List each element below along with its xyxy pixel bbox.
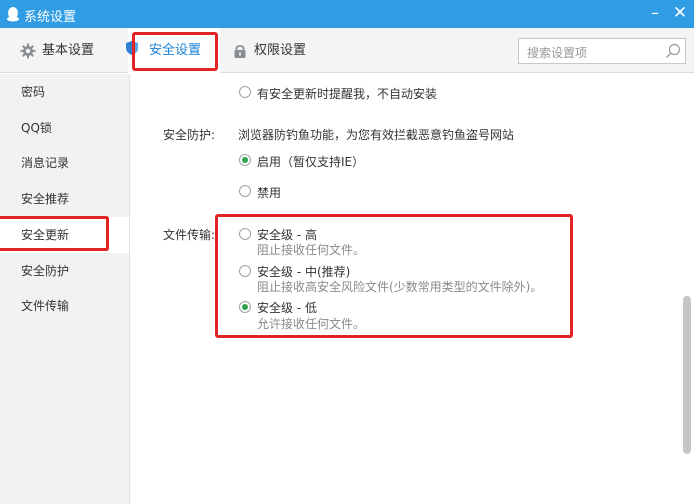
gear-icon: [20, 43, 36, 59]
search-icon[interactable]: [665, 43, 681, 59]
close-button[interactable]: ✕: [670, 2, 690, 24]
qq-penguin-icon: [7, 7, 19, 22]
protection-enable-label: 启用（暂仅支持IE）: [257, 155, 365, 169]
update-notify-label: 有安全更新时提醒我，不自动安装: [257, 87, 438, 101]
title-bar: 系统设置 – ✕: [0, 0, 694, 28]
protection-description: 浏览器防钓鱼功能，为您有效拦截恶意钓鱼盗号网站: [238, 128, 515, 142]
sidebar-item-file-transfer[interactable]: 文件传输: [0, 288, 129, 324]
tab-bar: 基本设置 安全设置 权限设置 搜索设置项: [0, 28, 694, 74]
tab-label: 权限设置: [254, 43, 307, 58]
scrollbar-thumb[interactable]: [683, 296, 691, 454]
tab-permission-settings[interactable]: 权限设置: [232, 28, 332, 73]
sidebar-item-qq-lock[interactable]: QQ锁: [0, 110, 129, 146]
tab-basic-settings[interactable]: 基本设置: [18, 28, 128, 73]
sidebar-item-password[interactable]: 密码: [0, 74, 129, 110]
protection-disable-radio[interactable]: [239, 185, 251, 197]
file-transfer-label: 文件传输:: [163, 228, 216, 242]
window-title: 系统设置: [24, 10, 77, 25]
protection-label: 安全防护:: [163, 128, 216, 142]
highlight-frame-file-transfer: [215, 214, 573, 338]
protection-enable-radio[interactable]: [239, 154, 251, 166]
lock-icon: [234, 45, 246, 58]
highlight-frame-tab: [132, 32, 218, 71]
search-input[interactable]: 搜索设置项: [518, 38, 686, 64]
update-notify-radio[interactable]: [239, 86, 251, 98]
tab-label: 基本设置: [42, 43, 95, 58]
highlight-frame-sidebar: [0, 216, 109, 251]
sidebar-item-security-protection[interactable]: 安全防护: [0, 253, 129, 289]
sidebar-item-message-history[interactable]: 消息记录: [0, 145, 129, 181]
protection-disable-label: 禁用: [257, 186, 282, 200]
search-placeholder: 搜索设置项: [527, 46, 588, 60]
sidebar-item-security-recommend[interactable]: 安全推荐: [0, 181, 129, 217]
minimize-button[interactable]: –: [646, 2, 664, 24]
sidebar: 密码 QQ锁 消息记录 安全推荐 安全更新 安全防护 文件传输: [0, 74, 130, 504]
